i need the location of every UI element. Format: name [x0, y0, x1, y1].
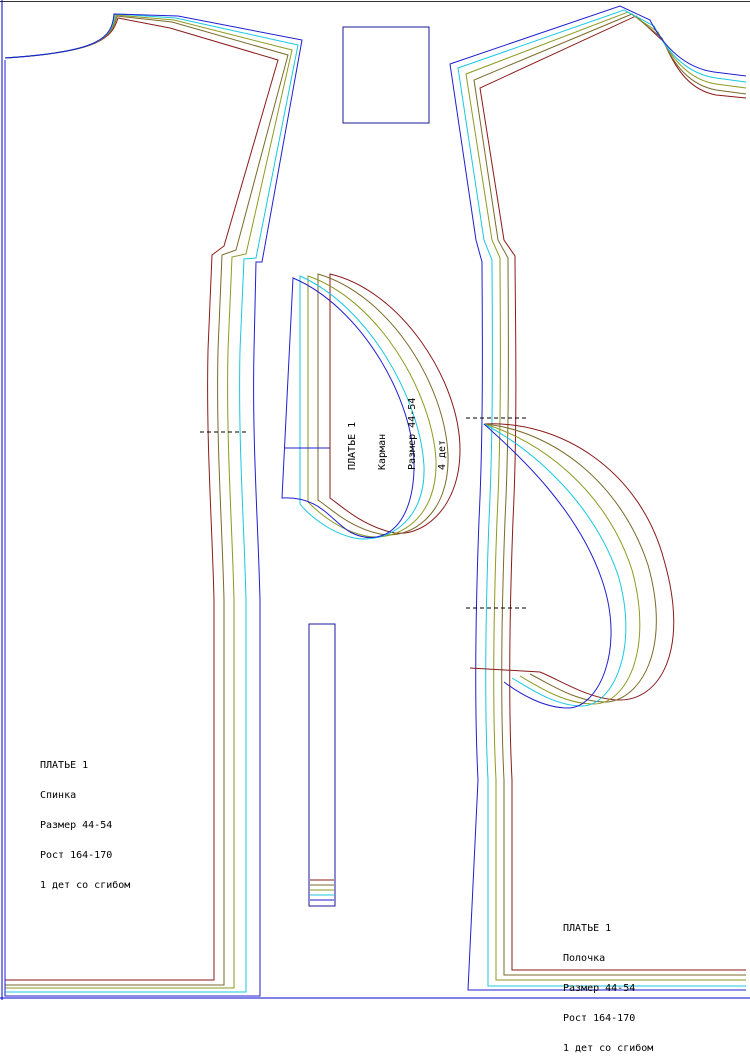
back-height: Рост 164-170: [40, 850, 113, 861]
front-piece: [449, 5, 747, 991]
back-name: Спинка: [40, 790, 77, 801]
pocket-size: Размер 44-54: [407, 397, 418, 470]
back-title: ПЛАТЬЕ 1: [40, 760, 89, 771]
pocket-count: 4 дет: [437, 439, 448, 470]
front-outline-44: [449, 5, 747, 991]
pocket-line-52: [469, 423, 675, 701]
front-size: Размер 44-54: [563, 983, 636, 994]
pocket-name: Карман: [377, 433, 388, 470]
front-outline-48: [465, 11, 747, 981]
pocket-title: ПЛАТЬЕ 1: [347, 421, 358, 470]
belt-strip: [308, 623, 336, 907]
back-size: Размер 44-54: [40, 820, 113, 831]
front-count: 1 дет со сгибом: [563, 1043, 654, 1054]
front-outline-52: [479, 15, 747, 971]
pocket-piece-label: ПЛАТЬЕ 1 Карман Размер 44-54 4 дет: [328, 398, 458, 470]
back-count: 1 дет со сгибом: [40, 880, 131, 891]
back-piece-label: ПЛАТЬЕ 1 Спинка Размер 44-54 Рост 164-17…: [40, 741, 130, 901]
front-title: ПЛАТЬЕ 1: [563, 923, 612, 934]
front-outline-46: [457, 9, 747, 987]
pocket-line-46: [483, 423, 627, 707]
front-height: Рост 164-170: [563, 1013, 636, 1024]
label-box: [342, 26, 430, 124]
front-name: Полочка: [563, 953, 606, 964]
front-piece-label: ПЛАТЬЕ 1 Полочка Размер 44-54 Рост 164-1…: [563, 904, 653, 1064]
